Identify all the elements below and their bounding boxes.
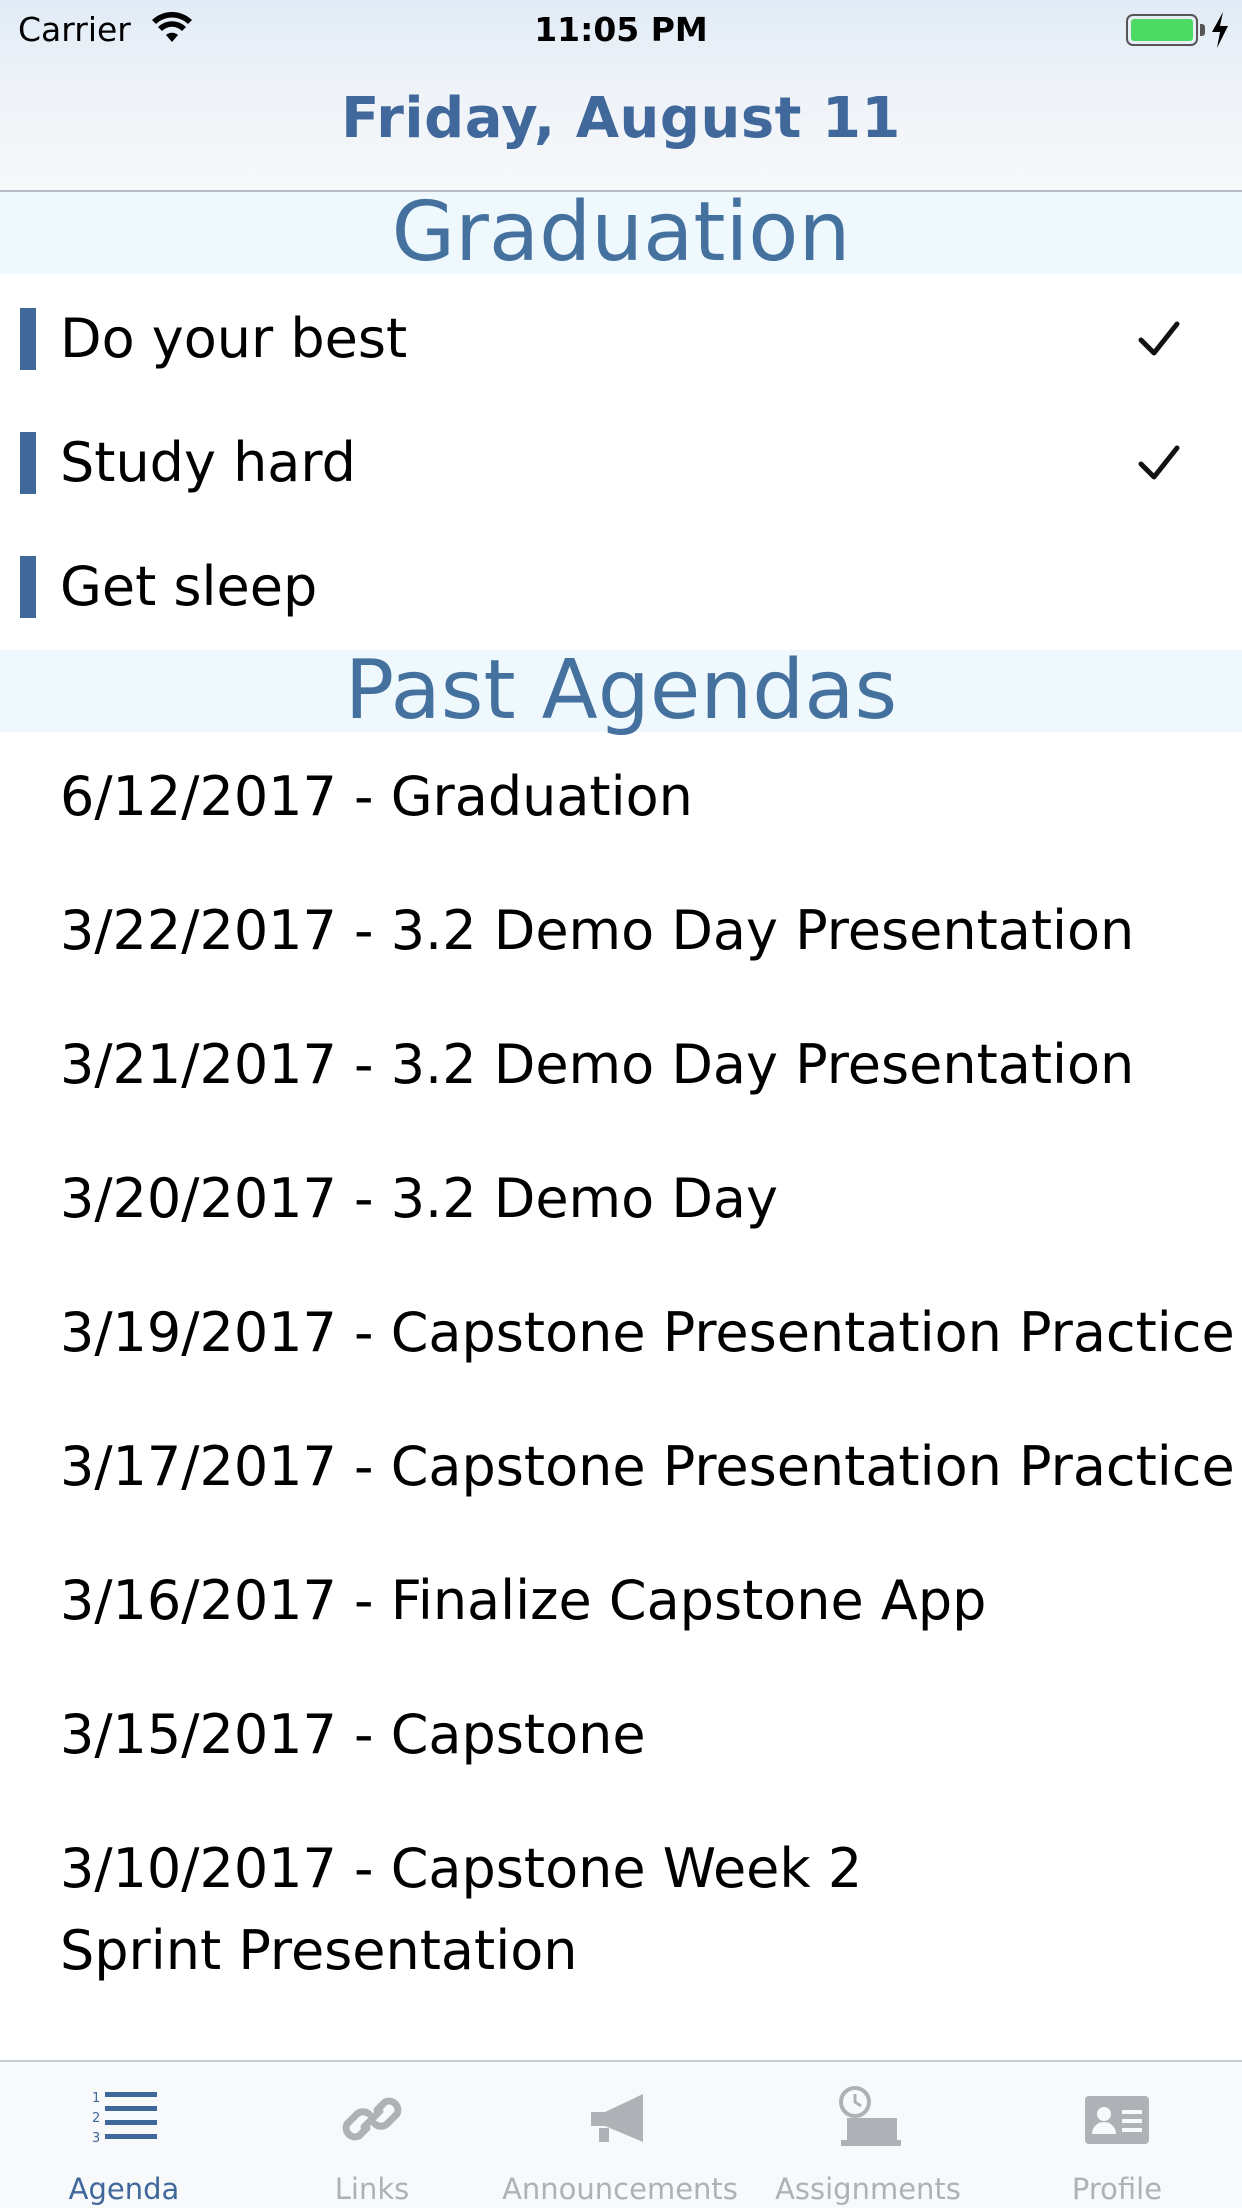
megaphone-icon bbox=[591, 2094, 643, 2142]
item-marker bbox=[20, 432, 36, 494]
past-agenda-item[interactable]: 3/17/2017 - Capstone Presentation Practi… bbox=[0, 1400, 1242, 1534]
numbered-list-icon: 1 2 3 bbox=[92, 2091, 157, 2146]
agenda-item-label: Get sleep bbox=[60, 555, 318, 618]
tab-assignments[interactable]: Assignments bbox=[744, 2062, 992, 2208]
past-agenda-item[interactable]: 6/12/2017 - Graduation bbox=[0, 730, 1242, 864]
svg-text:3: 3 bbox=[92, 2131, 100, 2146]
past-agenda-item[interactable]: 3/21/2017 - 3.2 Demo Day Presentation bbox=[0, 998, 1242, 1132]
tab-announcements[interactable]: Announcements bbox=[496, 2062, 744, 2208]
battery-icon bbox=[1126, 14, 1198, 46]
past-agenda-item[interactable]: 3/16/2017 - Finalize Capstone App bbox=[0, 1534, 1242, 1668]
past-agenda-item[interactable]: 3/10/2017 - Capstone Week 2 Sprint Prese… bbox=[0, 1802, 1242, 2018]
checkmark-icon bbox=[1138, 445, 1180, 480]
tab-label: Profile bbox=[1071, 2172, 1163, 2206]
tab-label: Links bbox=[334, 2172, 410, 2206]
item-marker bbox=[20, 556, 36, 618]
agenda-item-label: Study hard bbox=[60, 431, 356, 494]
status-time: 11:05 PM bbox=[534, 10, 708, 49]
agenda-item-label: Do your best bbox=[60, 307, 408, 370]
past-agenda-item[interactable]: 3/19/2017 - Capstone Presentation Practi… bbox=[0, 1266, 1242, 1400]
item-marker bbox=[20, 308, 36, 370]
svg-text:2: 2 bbox=[92, 2111, 100, 2126]
agenda-item[interactable]: Study hard bbox=[0, 400, 1242, 524]
past-agenda-item[interactable]: 3/15/2017 - Capstone bbox=[0, 1668, 1242, 1802]
tab-profile[interactable]: Profile bbox=[992, 2062, 1242, 2208]
clock-desk-icon bbox=[839, 2086, 901, 2146]
past-agenda-item[interactable]: 3/20/2017 - 3.2 Demo Day bbox=[0, 1132, 1242, 1266]
link-icon bbox=[342, 2097, 402, 2141]
id-card-icon bbox=[1085, 2096, 1149, 2144]
tab-label: Agenda bbox=[68, 2172, 180, 2206]
tab-agenda[interactable]: 1 2 3 Agenda bbox=[0, 2062, 248, 2208]
battery-tip bbox=[1200, 24, 1205, 36]
status-bar: Carrier 11:05 PM bbox=[0, 0, 1242, 62]
past-agenda-item[interactable]: 3/22/2017 - 3.2 Demo Day Presentation bbox=[0, 864, 1242, 998]
section-header-past: Past Agendas bbox=[0, 650, 1242, 732]
top-bar: Carrier 11:05 PM Friday, August 11 bbox=[0, 0, 1242, 192]
page-title: Friday, August 11 bbox=[341, 86, 901, 151]
tab-label: Assignments bbox=[775, 2172, 961, 2206]
agenda-item[interactable]: Do your best bbox=[0, 276, 1242, 400]
section-header-current: Graduation bbox=[0, 192, 1242, 274]
tab-label: Announcements bbox=[502, 2172, 738, 2206]
charging-bolt-icon bbox=[1212, 12, 1228, 48]
past-agenda-list: 6/12/2017 - Graduation 3/22/2017 - 3.2 D… bbox=[0, 730, 1242, 2152]
tab-bar: 1 2 3 Agenda Links Announcements Assignm… bbox=[0, 2060, 1242, 2208]
checkmark-icon bbox=[1138, 321, 1180, 356]
agenda-item[interactable]: Get sleep bbox=[0, 524, 1242, 648]
tab-links[interactable]: Links bbox=[248, 2062, 496, 2208]
svg-text:1: 1 bbox=[92, 2091, 100, 2106]
